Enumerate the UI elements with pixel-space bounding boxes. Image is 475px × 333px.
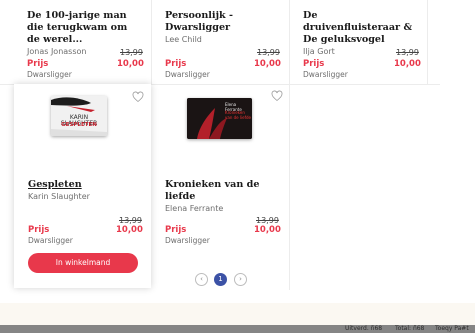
heart-outline-icon[interactable] <box>271 90 283 102</box>
grid-divider <box>427 0 428 84</box>
product-author[interactable]: Elena Ferrante <box>165 204 280 213</box>
product-card[interactable]: De druivenfluisteraar & De geluksvogel I… <box>303 10 421 80</box>
product-title[interactable]: Gespleten <box>28 179 138 191</box>
price-label: Prijs <box>165 59 187 69</box>
status-text: Uitverd. ñ68 <box>345 325 383 332</box>
product-card[interactable]: Elena Ferrante Kronieken van de liefde K… <box>152 85 289 285</box>
binding-type: Dwarsligger <box>303 70 348 79</box>
footer-band <box>0 303 475 325</box>
status-text: Total: ñ68 <box>395 325 425 332</box>
product-author[interactable]: Lee Child <box>165 35 275 44</box>
binding-type: Dwarsligger <box>28 236 73 245</box>
grid-divider <box>289 0 290 290</box>
heart-outline-icon[interactable] <box>132 91 144 103</box>
pagination-next-button[interactable]: › <box>234 273 247 286</box>
price-label: Prijs <box>165 225 187 235</box>
product-card-hovered[interactable]: KARIN SLAUGHTER GESPLETEN Gespleten Kari… <box>14 84 151 288</box>
old-price: 13,99 <box>120 48 143 57</box>
price: 10,00 <box>116 225 143 235</box>
grid-divider <box>151 0 152 84</box>
status-text: Toeqy Pa#t <box>435 325 469 332</box>
price: 10,00 <box>254 225 281 235</box>
price: 10,00 <box>394 59 421 69</box>
product-title[interactable]: Persoonlijk - Dwarsligger <box>165 10 275 34</box>
pagination-prev-button[interactable]: ‹ <box>195 273 208 286</box>
old-price: 13,99 <box>396 48 419 57</box>
binding-type: Dwarsligger <box>27 70 72 79</box>
price: 10,00 <box>254 59 281 69</box>
product-title[interactable]: Kronieken van de liefde <box>165 179 280 203</box>
product-card[interactable]: Persoonlijk - Dwarsligger Lee Child 13,9… <box>165 10 281 80</box>
price-label: Prijs <box>28 225 50 235</box>
book-cover[interactable]: Elena Ferrante Kronieken van de liefde <box>187 98 252 139</box>
status-bar: Uitverd. ñ68 Total: ñ68 Toeqy Pa#t <box>0 325 475 333</box>
product-title[interactable]: De 100-jarige man die terugkwam om de we… <box>27 10 142 46</box>
cover-title: GESPLETEN <box>61 122 97 128</box>
product-title[interactable]: De druivenfluisteraar & De geluksvogel <box>303 10 415 46</box>
old-price: 13,99 <box>119 216 142 225</box>
price: 10,00 <box>117 59 144 69</box>
product-author[interactable]: Karin Slaughter <box>28 192 138 201</box>
price-label: Prijs <box>27 59 49 69</box>
cover-title: Kronieken van de liefde <box>225 110 251 120</box>
binding-type: Dwarsligger <box>165 236 210 245</box>
old-price: 13,99 <box>256 216 279 225</box>
add-to-cart-button[interactable]: In winkelmand <box>28 253 138 273</box>
pagination-page-button[interactable]: 1 <box>214 273 227 286</box>
binding-type: Dwarsligger <box>165 70 210 79</box>
old-price: 13,99 <box>257 48 280 57</box>
book-cover[interactable]: KARIN SLAUGHTER GESPLETEN <box>51 96 107 136</box>
product-card[interactable]: De 100-jarige man die terugkwam om de we… <box>27 10 144 80</box>
price-label: Prijs <box>303 59 325 69</box>
